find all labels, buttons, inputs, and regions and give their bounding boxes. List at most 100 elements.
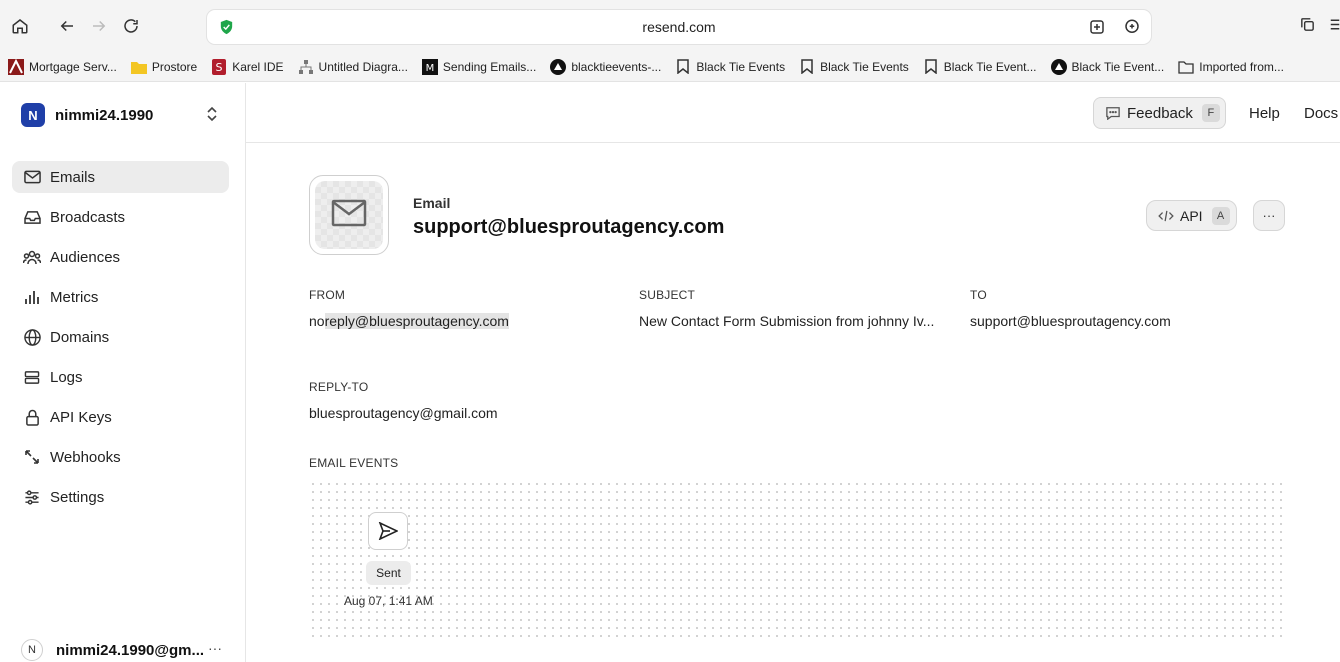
bookmark-item[interactable]: Prostore [130, 59, 197, 75]
bookmark-icon [799, 59, 815, 75]
mail-icon [331, 199, 367, 232]
email-detail: Email support@bluesproutagency.com API A… [246, 143, 1340, 662]
triangle-icon [1050, 58, 1067, 75]
svg-text:S: S [216, 61, 223, 74]
sidebar-item-audiences[interactable]: Audiences [12, 241, 229, 273]
reload-icon[interactable] [119, 14, 143, 38]
team-switcher[interactable]: N nimmi24.1990 [21, 103, 153, 127]
browser-toolbar: resend.com [0, 0, 1340, 52]
api-button[interactable]: API A [1146, 200, 1237, 231]
chat-icon[interactable] [1123, 18, 1141, 41]
status-badge: Sent [366, 561, 411, 585]
reply-to-value: bluesproutagency@gmail.com [309, 405, 498, 421]
send-icon [378, 522, 398, 540]
docs-link[interactable]: Docs [1304, 105, 1338, 122]
folder-icon [130, 59, 147, 75]
back-icon[interactable] [55, 14, 79, 38]
bookmark-item[interactable]: Mortgage Serv... [8, 58, 117, 75]
sidebar-item-label: Logs [50, 368, 83, 386]
medium-icon: M [421, 58, 438, 75]
chevron-up-down-icon[interactable] [205, 105, 219, 128]
bookmark-item[interactable]: Black Tie Event... [923, 59, 1037, 75]
bookmark-item[interactable]: Imported from... [1178, 59, 1284, 75]
sidebar-item-label: Webhooks [50, 448, 121, 466]
sidebar-item-metrics[interactable]: Metrics [12, 281, 229, 313]
sidebar-item-logs[interactable]: Logs [12, 361, 229, 393]
sidebar-item-label: API Keys [50, 408, 112, 426]
from-label: FROM [309, 288, 346, 302]
tabs-icon[interactable] [1299, 16, 1316, 38]
feedback-button[interactable]: Feedback F [1093, 97, 1226, 129]
sidebar-item-webhooks[interactable]: Webhooks [12, 441, 229, 473]
sidebar-item-label: Broadcasts [50, 208, 126, 226]
bookmark-item[interactable]: M Sending Emails... [421, 58, 536, 75]
bar-chart-icon [23, 288, 41, 306]
email-type-label: Email [413, 195, 451, 211]
page-title: support@bluesproutagency.com [413, 216, 725, 238]
mail-icon [23, 168, 41, 186]
user-menu[interactable]: N nimmi24.1990@gm... [21, 639, 204, 661]
home-icon[interactable] [8, 14, 32, 38]
forward-icon[interactable] [87, 14, 111, 38]
sidebar-item-label: Audiences [50, 248, 121, 266]
menu-icon[interactable] [1329, 16, 1340, 38]
sidebar-item-broadcasts[interactable]: Broadcasts [12, 201, 229, 233]
webhook-icon [23, 448, 41, 466]
bookmarks-bar: Mortgage Serv... Prostore S Karel IDE Un… [0, 52, 1340, 82]
sidebar-item-api-keys[interactable]: API Keys [12, 401, 229, 433]
sidebar-item-label: Emails [50, 168, 96, 186]
shortcut-key: F [1201, 104, 1220, 122]
sliders-icon [23, 488, 41, 506]
bookmark-icon [923, 59, 939, 75]
globe-icon [23, 328, 41, 346]
diagram-icon [298, 59, 314, 75]
sidebar-item-emails[interactable]: Emails [12, 161, 229, 193]
sidebar-item-label: Metrics [50, 288, 99, 306]
event-sent[interactable] [368, 512, 408, 550]
more-options-button[interactable]: ··· [1253, 200, 1285, 231]
sidebar-item-settings[interactable]: Settings [12, 481, 229, 513]
svg-text:M: M [426, 63, 435, 74]
bookmark-item[interactable]: S Karel IDE [211, 58, 284, 75]
email-avatar [309, 175, 389, 255]
code-icon [1158, 210, 1174, 222]
karel-icon: S [211, 58, 227, 75]
subject-label: SUBJECT [639, 288, 696, 302]
url-text: resend.com [642, 19, 716, 35]
to-label: TO [970, 288, 987, 302]
address-bar[interactable]: resend.com [207, 10, 1151, 44]
bookmark-item[interactable]: blacktieevents-... [550, 58, 661, 75]
from-value: noreply@bluesproutagency.com [309, 313, 509, 329]
sidebar-nav: Emails Broadcasts Audiences Metrics Doma… [12, 161, 229, 521]
event-time: Aug 07, 1:41 AM [344, 594, 433, 608]
lock-icon [23, 408, 41, 426]
events-timeline [309, 480, 1284, 638]
bookmark-item[interactable]: Black Tie Event... [1050, 58, 1164, 75]
triangle-icon [550, 58, 567, 75]
shortcut-key: A [1211, 206, 1230, 225]
sidebar-item-domains[interactable]: Domains [12, 321, 229, 353]
bookmark-item[interactable]: Untitled Diagra... [298, 59, 408, 75]
inbox-icon [23, 208, 41, 226]
reply-to-label: REPLY-TO [309, 380, 369, 394]
avatar: N [21, 639, 43, 661]
user-more-button[interactable]: ··· [208, 640, 222, 656]
users-icon [23, 248, 41, 266]
help-link[interactable]: Help [1249, 105, 1280, 122]
sidebar-item-label: Settings [50, 488, 105, 506]
bookmark-item[interactable]: Black Tie Events [675, 59, 785, 75]
top-header: Feedback F Help Docs [246, 83, 1340, 143]
logs-icon [23, 368, 41, 386]
bookmark-icon [675, 59, 691, 75]
mortgage-icon [8, 58, 24, 75]
user-email: nimmi24.1990@gm... [56, 641, 205, 659]
team-logo: N [21, 103, 45, 127]
message-icon [1105, 106, 1121, 120]
folder-icon [1178, 59, 1194, 75]
sidebar: N nimmi24.1990 Emails Broadcasts Audienc… [0, 83, 246, 662]
team-name: nimmi24.1990 [55, 106, 154, 124]
bookmark-item[interactable]: Black Tie Events [799, 59, 909, 75]
to-value: support@bluesproutagency.com [970, 313, 1171, 329]
add-tab-icon[interactable] [1088, 18, 1106, 41]
sidebar-item-label: Domains [50, 328, 110, 346]
